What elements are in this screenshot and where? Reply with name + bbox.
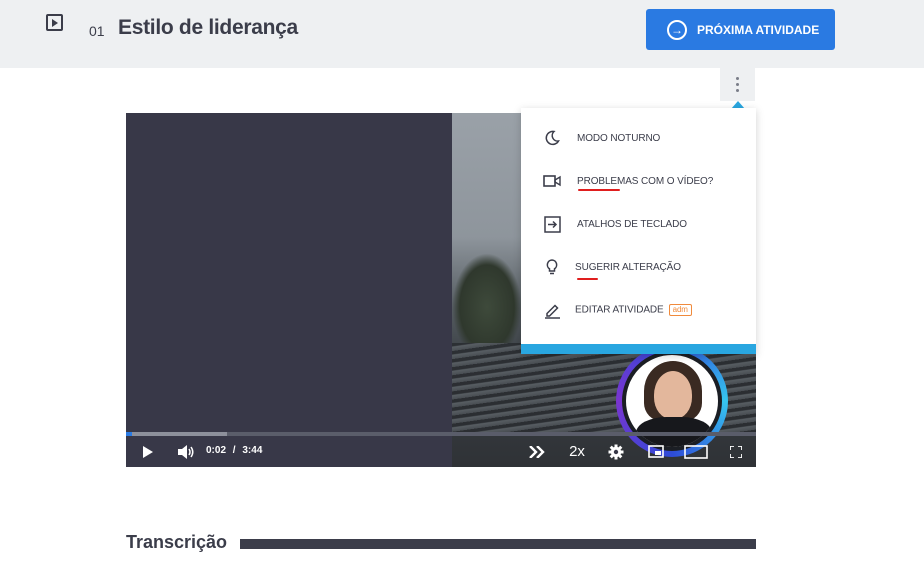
annotation-underline [578,189,620,191]
edit-activity-text: EDITAR ATIVIDADE [575,304,664,316]
menu-item-edit-activity[interactable]: EDITAR ATIVIDADE adm [521,290,756,330]
settings-button[interactable] [606,436,626,467]
lightbulb-icon [543,258,561,276]
top-bar: 01 Estilo de liderança → PRÓXIMA ATIVIDA… [0,0,924,68]
lesson-title: Estilo de liderança [118,16,298,39]
menu-item-night-mode[interactable]: MODO NOTURNO [521,118,756,158]
menu-item-keyboard-shortcuts[interactable]: ATALHOS DE TECLADO [521,204,756,244]
gear-icon [608,444,624,459]
kebab-dot [736,77,739,80]
kebab-dot [736,89,739,92]
lesson-number: 01 [89,23,105,39]
kebab-dot [736,83,739,86]
volume-icon [177,444,193,459]
next-activity-button[interactable]: → PRÓXIMA ATIVIDADE [646,9,835,50]
moon-icon [543,129,561,147]
video-controls: 0:02 / 3:44 2x [126,436,756,467]
menu-item-label: MODO NOTURNO [577,132,661,144]
picture-in-picture-button[interactable] [646,436,666,467]
time-separator: / [232,445,236,456]
fullscreen-icon [730,445,742,458]
menu-item-label: PROBLEMAS COM O VÍDEO? [577,175,714,187]
fast-forward-icon [528,445,545,458]
menu-item-suggest-change[interactable]: SUGERIR ALTERAÇÃO [521,247,756,287]
theater-mode-icon [684,444,708,459]
keyboard-shortcut-icon [543,215,561,233]
time-display: 0:02 / 3:44 [206,445,262,456]
menu-item-label: EDITAR ATIVIDADE adm [575,304,692,316]
annotation-underline [577,278,598,280]
more-options-button[interactable] [720,68,755,101]
theater-mode-button[interactable] [682,436,710,467]
arrow-right-circle-icon: → [667,19,687,40]
playback-speed-button[interactable]: 2x [564,436,590,467]
volume-button[interactable] [176,436,196,467]
video-camera-icon [543,172,561,190]
play-button[interactable] [138,436,156,467]
menu-item-label: SUGERIR ALTERAÇÃO [575,261,681,273]
transcript-heading: Transcrição [126,532,228,552]
play-icon [142,445,153,458]
transcript-divider [240,539,756,549]
menu-item-video-problems[interactable]: PROBLEMAS COM O VÍDEO? [521,161,756,201]
skip-forward-button[interactable] [526,436,548,467]
video-trees [452,253,522,343]
next-activity-label: PRÓXIMA ATIVIDADE [697,22,820,37]
avatar-face [654,371,692,419]
current-time: 0:02 [206,445,227,456]
pencil-icon [543,301,561,319]
fullscreen-button[interactable] [726,436,746,467]
picture-in-picture-icon [648,445,664,458]
options-dropdown-menu: MODO NOTURNO PROBLEMAS COM O VÍDEO? ATAL… [521,108,756,354]
playback-speed: 2x [569,443,585,460]
duration: 3:44 [242,445,263,456]
menu-item-label: ATALHOS DE TECLADO [577,218,687,230]
admin-badge: adm [668,304,692,316]
video-lesson-icon [46,14,63,31]
